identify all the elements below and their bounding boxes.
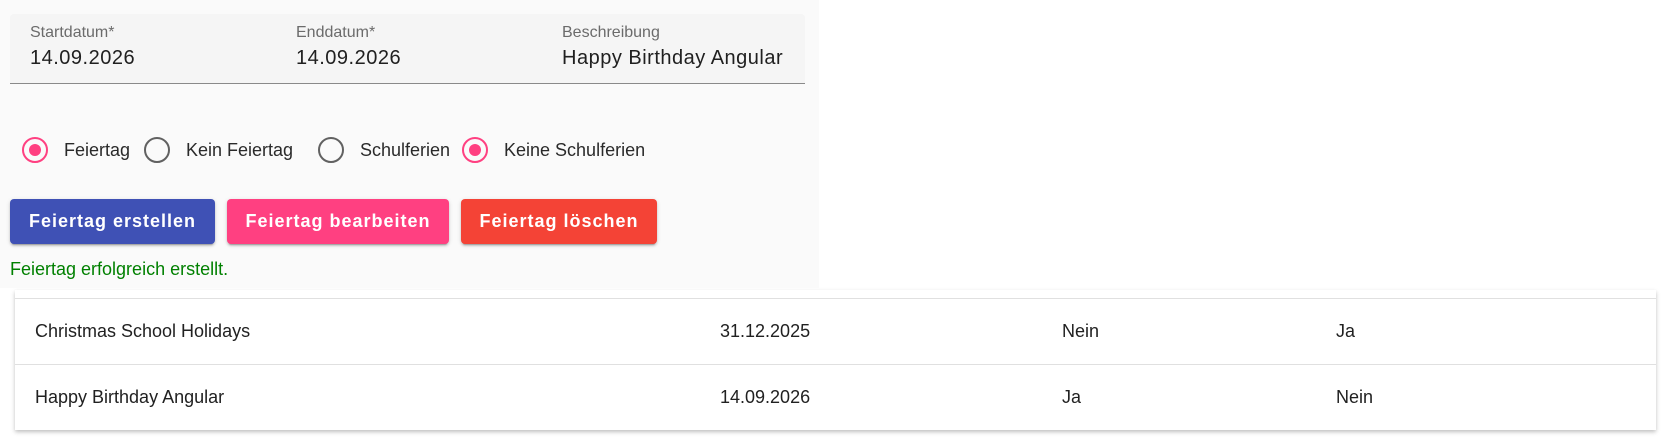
description-label: Beschreibung [562,24,660,41]
radio-row: Feiertag Kein Feiertag Schulferien Keine… [0,134,819,166]
cell-date: 14.09.2026 [720,387,811,407]
end-date-field[interactable]: Enddatum* 14.09.2026 [276,14,542,84]
start-date-label: Startdatum* [30,24,115,41]
radio-unchecked-icon[interactable] [318,137,344,163]
cell-school-holiday: Nein [1336,387,1374,407]
radio-feiertag[interactable]: Feiertag [14,134,130,166]
create-holiday-button[interactable]: Feiertag erstellen [10,199,215,244]
status-message: Feiertag erfolgreich erstellt. [10,259,229,279]
radio-label: Feiertag [64,139,131,160]
end-date-label: Enddatum* [296,24,376,41]
radio-label: Keine Schulferien [504,139,646,160]
cell-holiday: Ja [1062,387,1082,407]
cell-description: Christmas School Holidays [35,321,251,341]
cell-date: 31.12.2025 [720,321,811,341]
start-date-input[interactable]: 14.09.2026 [30,47,135,70]
radio-label: Schulferien [360,139,451,160]
cell-school-holiday: Ja [1336,321,1356,341]
cell-holiday: Nein [1062,321,1100,341]
holiday-form: Startdatum* 14.09.2026 Enddatum* 14.09.2… [0,0,819,288]
start-date-field[interactable]: Startdatum* 14.09.2026 [10,14,276,84]
holiday-table: Christmas School Holidays 31.12.2025 Nei… [15,290,1656,430]
radio-keine-schulferien[interactable]: Keine Schulferien [454,134,645,166]
edit-holiday-button[interactable]: Feiertag bearbeiten [227,199,449,244]
radio-kein-feiertag[interactable]: Kein Feiertag [136,134,293,166]
delete-holiday-button[interactable]: Feiertag löschen [461,199,657,244]
end-date-input[interactable]: 14.09.2026 [296,47,401,70]
description-input[interactable]: Happy Birthday Angular [562,47,783,70]
radio-label: Kein Feiertag [186,139,294,160]
radio-checked-icon[interactable] [22,137,48,163]
radio-unchecked-icon[interactable] [144,137,170,163]
cell-description: Happy Birthday Angular [35,387,225,407]
table-row[interactable]: Christmas School Holidays 31.12.2025 Nei… [15,298,1656,364]
radio-schulferien[interactable]: Schulferien [310,134,450,166]
table-row[interactable]: Happy Birthday Angular 14.09.2026 Ja Nei… [15,364,1656,430]
description-field[interactable]: Beschreibung Happy Birthday Angular [542,14,805,84]
radio-checked-icon[interactable] [462,137,488,163]
